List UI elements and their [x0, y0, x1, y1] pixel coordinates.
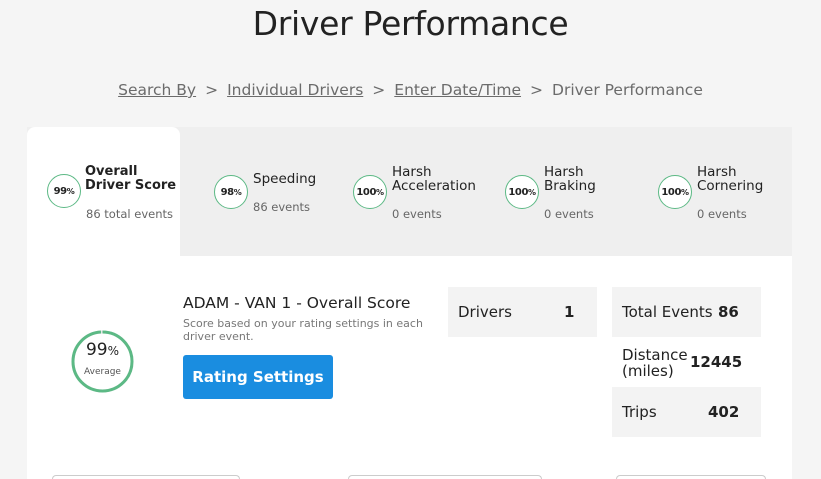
tab-harsh-acceleration[interactable]: 100% Harsh Acceleration 0 events: [332, 127, 484, 257]
breadcrumb-current: Driver Performance: [552, 81, 703, 99]
overall-score-value: 99%: [71, 340, 134, 360]
score-number: 99: [85, 340, 108, 360]
tab-event-count: 0 events: [544, 207, 594, 221]
total-events-stat: Total Events 86: [612, 287, 761, 337]
tab-label-line2: Cornering: [697, 178, 764, 194]
overall-score-ring: 99%: [47, 174, 81, 208]
tab-label-line1: Harsh: [544, 164, 584, 180]
tab-event-count: 0 events: [697, 207, 747, 221]
tab-event-count: 86 total events: [86, 207, 173, 221]
distance-stat: Distance (miles) 12445: [612, 337, 761, 387]
percent-sign: %: [376, 187, 384, 197]
breadcrumb-search-by[interactable]: Search By: [118, 81, 196, 99]
tab-label-line2: Driver Score: [85, 178, 177, 193]
cornering-score-ring: 100%: [658, 175, 692, 209]
tab-label: Overall Driver Score: [85, 165, 176, 193]
tab-score-value: 100: [356, 186, 377, 198]
percent-sign: %: [681, 187, 689, 197]
tab-overall-driver-score[interactable]: 99% Overall Driver Score 86 total events: [27, 127, 180, 262]
stat-label-line1: Distance: [622, 346, 688, 364]
breadcrumb-separator: >: [372, 81, 386, 99]
stat-value: 86: [718, 303, 739, 321]
acceleration-score-ring: 100%: [353, 175, 387, 209]
page-title: Driver Performance: [252, 4, 569, 43]
overall-score-title: ADAM - VAN 1 - Overall Score: [183, 294, 411, 312]
breadcrumb-enter-date-time[interactable]: Enter Date/Time: [394, 81, 521, 99]
tab-score-value: 100: [661, 186, 682, 198]
stat-value: 402: [708, 403, 740, 421]
breadcrumb-separator: >: [530, 81, 544, 99]
tab-score-value: 98: [220, 186, 235, 198]
drivers-stat: Drivers 1: [448, 287, 597, 337]
average-label: Average: [84, 367, 121, 377]
percent-sign: %: [66, 186, 75, 196]
bottom-card-edge: [52, 475, 240, 479]
stat-value: 1: [564, 303, 575, 321]
stat-value: 12445: [690, 353, 743, 371]
tab-label-line2: Braking: [544, 178, 596, 194]
percent-sign: %: [528, 187, 536, 197]
stat-label-line2: (miles): [622, 362, 674, 380]
breadcrumb-separator: >: [205, 81, 219, 99]
tab-label-line1: Harsh: [392, 164, 432, 180]
percent-sign: %: [233, 187, 242, 197]
tab-harsh-braking[interactable]: 100% Harsh Braking 0 events: [484, 127, 636, 257]
tab-label: Harsh Braking: [544, 165, 596, 193]
tab-label: Harsh Cornering: [697, 165, 763, 193]
breadcrumb-individual-drivers[interactable]: Individual Drivers: [227, 81, 363, 99]
tab-speeding[interactable]: 98% Speeding 86 events: [180, 127, 332, 257]
tab-label-line2: Acceleration: [392, 178, 476, 194]
tab-event-count: 86 events: [253, 200, 311, 214]
tab-score-value: 99: [53, 185, 68, 197]
tab-harsh-cornering[interactable]: 100% Harsh Cornering 0 events: [636, 127, 792, 257]
bottom-card-edge: [348, 475, 542, 479]
tab-score-value: 100: [508, 186, 529, 198]
stat-label: Drivers: [458, 303, 512, 321]
breadcrumb: Search By > Individual Drivers > Enter Date/…: [0, 81, 821, 99]
tab-label: Harsh Acceleration: [392, 165, 476, 193]
stat-label: Distance (miles): [622, 347, 688, 379]
tab-event-count: 0 events: [392, 207, 442, 221]
stat-label: Total Events: [622, 303, 713, 321]
speeding-score-ring: 98%: [214, 175, 248, 209]
tab-label: Speeding: [253, 171, 317, 187]
tab-label-line1: Overall: [85, 164, 138, 179]
bottom-card-edge: [616, 475, 766, 479]
percent-sign: %: [107, 344, 120, 358]
tab-label-line1: Harsh: [697, 164, 737, 180]
trips-stat: Trips 402: [612, 387, 761, 437]
stat-label: Trips: [622, 403, 657, 421]
rating-settings-button[interactable]: Rating Settings: [183, 355, 333, 399]
braking-score-ring: 100%: [505, 175, 539, 209]
overall-score-description: Score based on your rating settings in e…: [183, 317, 423, 343]
